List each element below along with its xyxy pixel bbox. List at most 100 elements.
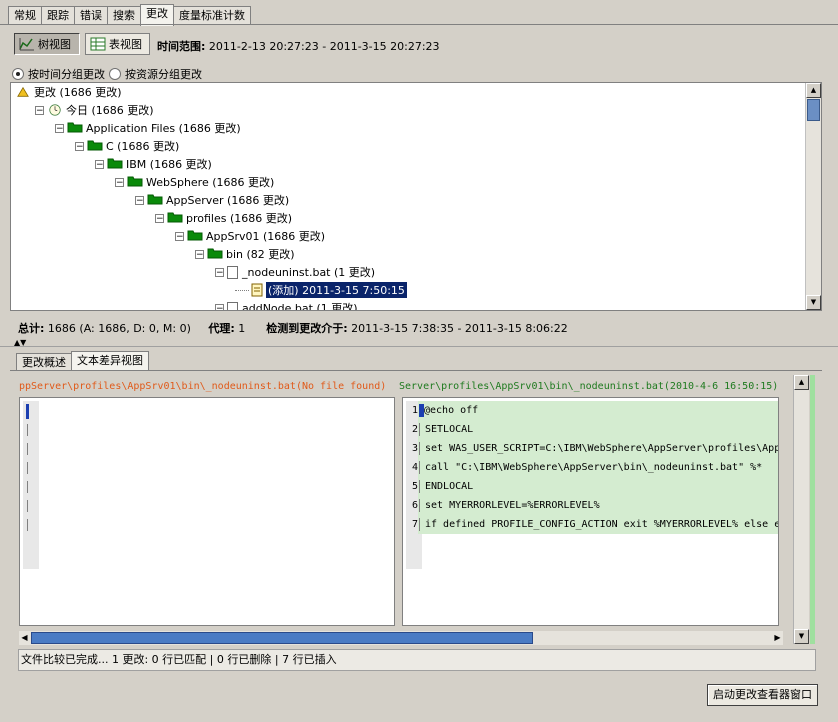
tree-scroll-thumb[interactable] <box>807 99 820 121</box>
change-tree[interactable]: 更改 (1686 更改) − 今日 (1686 更改) − Application Fi… <box>10 82 822 311</box>
tree-node[interactable]: − 今日 (1686 更改) <box>35 101 154 119</box>
tree-node[interactable]: − C (1686 更改) <box>75 137 179 155</box>
bottom-tab-1[interactable]: 文本差异视图 <box>71 351 149 371</box>
collapse-toggle-icon[interactable]: − <box>35 105 44 115</box>
tab-5[interactable]: 度量标准计数 <box>173 6 251 25</box>
left-empty-line-marker <box>27 443 28 455</box>
tree-chart-icon <box>19 38 34 51</box>
left-empty-line-marker <box>27 424 28 436</box>
tree-node[interactable]: − bin (82 更改) <box>195 245 295 263</box>
line-text: ENDLOCAL <box>425 481 474 492</box>
collapse-toggle-icon[interactable]: − <box>135 195 144 205</box>
radio-selected-icon <box>12 68 24 80</box>
top-tab-bar: 常规 跟踪 错误 搜索 更改 度量标准计数 <box>8 4 251 26</box>
inserted-line: 5 ENDLOCAL <box>406 477 778 496</box>
inserted-line: 2 SETLOCAL <box>406 420 778 439</box>
collapse-toggle-icon[interactable]: − <box>155 213 164 223</box>
tree-node[interactable]: − Application Files (1686 更改) <box>55 119 241 137</box>
folder-icon <box>207 247 226 262</box>
time-range: 时间范围: 2011-2-13 20:27:23 - 2011-3-15 20:… <box>157 38 440 54</box>
line-text: call "C:\IBM\WebSphere\AppServer\bin\_no… <box>425 462 763 473</box>
tab-1[interactable]: 跟踪 <box>41 6 75 25</box>
left-file-path: ppServer\profiles\AppSrv01\bin\_nodeunin… <box>19 381 387 392</box>
diff-status-bar: 文件比较已完成... 1 更改: 0 行已匹配 | 0 行已删除 | 7 行已插… <box>18 649 816 671</box>
tree-connector <box>235 289 249 291</box>
diff-vertical-scrollbar[interactable]: ▲ ▼ <box>793 375 809 644</box>
radio-unselected-icon <box>109 68 121 80</box>
left-line-gutter <box>23 401 39 569</box>
horizontal-scroll-thumb[interactable] <box>31 632 533 644</box>
inserted-line: 1 @echo off <box>406 401 778 420</box>
detected-label: 检测到更改介于: <box>266 322 348 335</box>
collapse-toggle-icon[interactable]: − <box>95 159 104 169</box>
tree-node[interactable]: − addNode.bat (1 更改) <box>215 299 358 310</box>
left-empty-line-marker <box>27 481 28 493</box>
tree-node-label: profiles (1686 更改) <box>186 212 293 225</box>
group-by-time-label: 按时间分组更改 <box>28 68 105 81</box>
tab-3[interactable]: 搜索 <box>107 6 141 25</box>
bottom-tab-divider <box>10 370 822 371</box>
scroll-up-icon[interactable]: ▲ <box>806 83 821 98</box>
table-view-label: 表视图 <box>109 38 142 51</box>
tab-2[interactable]: 错误 <box>74 6 108 25</box>
tree-node[interactable]: 更改 (1686 更改) <box>15 83 122 101</box>
group-by-resource-radio[interactable]: 按资源分组更改 <box>109 66 202 82</box>
tree-node[interactable]: (添加) 2011-3-15 7:50:15 <box>235 281 407 299</box>
tree-vertical-scrollbar[interactable]: ▲ ▼ <box>805 83 821 310</box>
tree-node-label: 今日 (1686 更改) <box>66 104 154 117</box>
inserted-line: 6 set MYERRORLEVEL=%ERRORLEVEL% <box>406 496 778 515</box>
change-entry-icon <box>251 283 263 297</box>
inserted-line: 7 if defined PROFILE_CONFIG_ACTION exit %… <box>406 515 779 534</box>
folder-icon <box>127 175 146 190</box>
collapse-toggle-icon[interactable]: − <box>175 231 184 241</box>
tree-node[interactable]: − AppSrv01 (1686 更改) <box>175 227 325 245</box>
collapse-toggle-icon[interactable]: − <box>215 267 224 277</box>
line-text: @echo off <box>424 405 479 416</box>
line-text: set MYERRORLEVEL=%ERRORLEVEL% <box>425 500 600 511</box>
tree-node-label: (添加) 2011-3-15 7:50:15 <box>266 282 407 298</box>
collapse-toggle-icon[interactable]: − <box>115 177 124 187</box>
left-empty-line-marker <box>27 500 28 512</box>
tree-node-label: _nodeuninst.bat (1 更改) <box>242 266 376 279</box>
diff-scroll-down-icon[interactable]: ▼ <box>794 629 809 644</box>
diff-horizontal-scrollbar[interactable]: ◀ ▶ <box>19 631 783 645</box>
launch-change-viewer-button[interactable]: 启动更改查看器窗口 <box>707 684 818 706</box>
tree-node[interactable]: − WebSphere (1686 更改) <box>115 173 274 191</box>
scroll-right-icon[interactable]: ▶ <box>772 631 783 645</box>
line-text: if defined PROFILE_CONFIG_ACTION exit %M… <box>425 519 779 530</box>
collapse-toggle-icon[interactable]: − <box>215 303 224 310</box>
tree-node[interactable]: − profiles (1686 更改) <box>155 209 292 227</box>
total-label: 总计: <box>18 322 45 335</box>
collapse-toggle-icon[interactable]: − <box>55 123 64 133</box>
splitter-line <box>0 346 838 347</box>
group-by-time-radio[interactable]: 按时间分组更改 <box>12 66 105 82</box>
grouping-options: 按时间分组更改 按资源分组更改 <box>12 66 202 82</box>
left-diff-pane[interactable] <box>19 397 395 626</box>
tree-view-button[interactable]: 树视图 <box>14 33 80 55</box>
folder-icon <box>67 121 86 136</box>
tab-4[interactable]: 更改 <box>140 4 174 26</box>
tree-node-label: bin (82 更改) <box>226 248 295 261</box>
tree-node-label: WebSphere (1686 更改) <box>146 176 275 189</box>
tab-0[interactable]: 常规 <box>8 6 42 25</box>
tree-node-label: 更改 (1686 更改) <box>34 86 122 99</box>
folder-icon <box>167 211 186 226</box>
diff-overview-bar <box>810 375 815 644</box>
scroll-left-icon[interactable]: ◀ <box>19 631 30 645</box>
tree-node[interactable]: − AppServer (1686 更改) <box>135 191 289 209</box>
table-view-button[interactable]: 表视图 <box>85 33 150 55</box>
collapse-toggle-icon[interactable]: − <box>75 141 84 151</box>
bottom-tab-0[interactable]: 更改概述 <box>16 353 72 371</box>
diff-scroll-up-icon[interactable]: ▲ <box>794 375 809 390</box>
tree-node[interactable]: − IBM (1686 更改) <box>95 155 212 173</box>
collapse-toggle-icon[interactable]: − <box>195 249 204 259</box>
line-number: 4 <box>411 462 418 473</box>
detected-value: 2011-3-15 7:38:35 - 2011-3-15 8:06:22 <box>351 322 568 335</box>
tree-node-label: AppServer (1686 更改) <box>166 194 290 207</box>
tree-node[interactable]: − _nodeuninst.bat (1 更改) <box>215 263 375 281</box>
scroll-down-icon[interactable]: ▼ <box>806 295 821 310</box>
line-number: 3 <box>411 443 418 454</box>
right-diff-pane[interactable]: 1 @echo off 2 SETLOCAL 3 set WAS_USER_SCRIPT=… <box>402 397 779 626</box>
tab-divider <box>0 24 838 25</box>
agent-label: 代理: <box>208 322 235 335</box>
